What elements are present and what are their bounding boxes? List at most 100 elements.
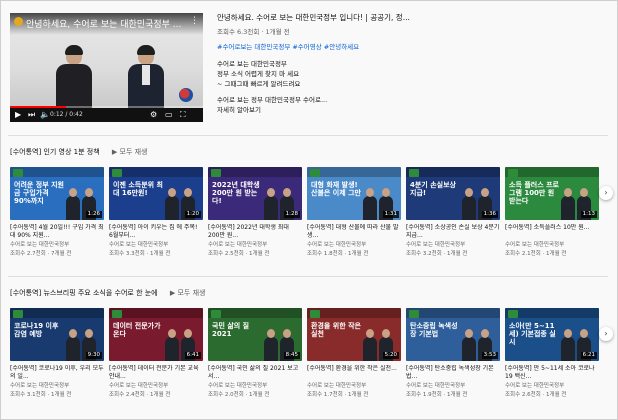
presenter-figure bbox=[66, 329, 80, 361]
next-icon[interactable]: ⏭ bbox=[28, 110, 35, 120]
video-title[interactable]: [수어통역] 소득플러스 10만 원... bbox=[505, 224, 599, 240]
duration-badge: 1:13 bbox=[580, 211, 597, 218]
view-count: 조회수 2.0천회 · 1개월 전 bbox=[208, 392, 270, 398]
video-title[interactable]: [수어통역] 4월 20일!!! 구입 가격 최대 90% 지원... bbox=[10, 224, 104, 240]
video-thumbnail[interactable]: 소득 플러스 프로그램 100만 원 받는다 1:13 bbox=[505, 167, 599, 220]
video-thumbnail[interactable]: 탄소중립 녹색성장 기본법 3:53 bbox=[406, 308, 500, 361]
duration-badge: 5:20 bbox=[382, 352, 399, 359]
channel-name[interactable]: 수어로 보는 대한민국정부 bbox=[505, 383, 599, 390]
duration-badge: 1:31 bbox=[382, 211, 399, 218]
miniplayer-icon[interactable]: ▭ bbox=[165, 110, 173, 119]
video-title[interactable]: [수어통역] 만 5~11세 소아 코로나19 백신... bbox=[505, 365, 599, 381]
video-card[interactable]: 대형 화재 발생! 산불은 이제 그만 1:31 [수어통역] 대형 산불에 따라 … bbox=[307, 167, 401, 258]
video-card[interactable]: 탄소중립 녹색성장 기본법 3:53 [수어통역] 탄소중립 녹색성장 기본법...… bbox=[406, 308, 500, 399]
read-more-link[interactable]: 자세히 알아보기 bbox=[217, 106, 597, 115]
play-all-button[interactable]: ▶ 모두 재생 bbox=[170, 289, 206, 297]
channel-logo-icon bbox=[13, 310, 23, 318]
presenter-figure bbox=[561, 329, 575, 361]
channel-name[interactable]: 수어로 보는 대한민국정부 bbox=[208, 383, 302, 390]
channel-name[interactable]: 수어로 보는 대한민국정부 bbox=[307, 383, 401, 390]
divider bbox=[8, 276, 608, 277]
duration-badge: 9:30 bbox=[85, 352, 102, 359]
video-card[interactable]: 환경을 위한 작은 실천 5:20 [수어통역] 환경을 위한 작은 실천... 수어… bbox=[307, 308, 401, 399]
channel-name[interactable]: 수어로 보는 대한민국정부 bbox=[109, 383, 203, 390]
video-card[interactable]: 어려운 정부 지원금 구입가격 90%까지 1:26 [수어통역] 4월 20일!!… bbox=[10, 167, 104, 258]
video-title[interactable]: [수어통역] 탄소중립 녹색성장 기본법... bbox=[406, 365, 500, 381]
view-count: 조회수 3.1천회 · 1개월 전 bbox=[10, 392, 72, 398]
thumbnail-caption: 탄소중립 녹색성장 기본법 bbox=[410, 322, 458, 338]
video-title[interactable]: [수어통역] 2022년 대학생 최대 200만 원... bbox=[208, 224, 302, 240]
video-title[interactable]: [수어통역] 대형 산불에 따라 산불 발생... bbox=[307, 224, 401, 240]
video-title[interactable]: [수어통역] 국민 삶의 질 2021 보고서... bbox=[208, 365, 302, 381]
fullscreen-icon[interactable]: ⛶ bbox=[180, 110, 186, 120]
video-thumbnail[interactable]: 환경을 위한 작은 실천 5:20 bbox=[307, 308, 401, 361]
video-card[interactable]: 2022년 대학생 200만 원 받는다! 1:28 [수어통역] 2022년 대학… bbox=[208, 167, 302, 258]
thumbnail-caption: 데이터 전문가가 온다 bbox=[113, 322, 161, 338]
next-arrow-icon[interactable]: › bbox=[599, 186, 613, 200]
video-card[interactable]: 소아(만 5~11세) 기본접종 실시 6:21 [수어통역] 만 5~11세 소아… bbox=[505, 308, 599, 399]
channel-name[interactable]: 수어로 보는 대한민국정부 bbox=[406, 383, 500, 390]
channel-name[interactable]: 수어로 보는 대한민국정부 bbox=[208, 242, 302, 249]
video-title[interactable]: [수어통역] 데이터 전문가 기본 교육 안내... bbox=[109, 365, 203, 381]
video-thumbnail[interactable]: 대형 화재 발생! 산불은 이제 그만 1:31 bbox=[307, 167, 401, 220]
channel-name[interactable]: 수어로 보는 대한민국정부 bbox=[505, 242, 599, 249]
video-thumbnail[interactable]: 데이터 전문가가 온다 6:41 bbox=[109, 308, 203, 361]
thumbnail-caption: 대형 화재 발생! 산불은 이제 그만 bbox=[311, 181, 361, 197]
video-thumbnail[interactable]: 이젠 소득분위 최대 16만원! 1:20 bbox=[109, 167, 203, 220]
view-count: 조회수 2.7천회 · 7개월 전 bbox=[10, 251, 72, 257]
play-all-button[interactable]: ▶ 모두 재생 bbox=[112, 148, 148, 156]
play-icon[interactable]: ▶ bbox=[15, 110, 21, 119]
desc-line: 정부 소식 어렵게 찾지 마 세요 bbox=[217, 70, 300, 78]
more-icon[interactable]: ⋮ bbox=[190, 16, 199, 26]
channel-name[interactable]: 수어로 보는 대한민국정부 bbox=[406, 242, 500, 249]
video-card[interactable]: 이젠 소득분위 최대 16만원! 1:20 [수어통역] 아이 키우는 집 에 주목… bbox=[109, 167, 203, 258]
video-card[interactable]: 소득 플러스 프로그램 100만 원 받는다 1:13 [수어통역] 소득플러스 1… bbox=[505, 167, 599, 258]
thumbnail-caption: 2022년 대학생 200만 원 받는다! bbox=[212, 181, 260, 205]
thumbnail-caption: 이젠 소득분위 최대 16만원! bbox=[113, 181, 163, 197]
video-title[interactable]: [수어통역] 환경을 위한 작은 실천... bbox=[307, 365, 401, 381]
featured-title[interactable]: 안녕하세요. 수어로 보는 대한민국정부 입니다! | 공공기, 정... bbox=[217, 13, 597, 22]
video-title[interactable]: [수어통역] 아이 키우는 집 에 주목! 6월부터... bbox=[109, 224, 203, 240]
settings-icon[interactable]: ⚙ bbox=[150, 110, 157, 119]
shelf-header: [수어통역] 뉴스브리핑 주요 소식을 수어로 한 눈에 ▶ 모두 재생 bbox=[10, 288, 205, 298]
shelf-title[interactable]: [수어통역] 인기 영상 1분 정책 bbox=[10, 148, 100, 156]
video-thumbnail[interactable]: 국민 삶의 질 2021 8:45 bbox=[208, 308, 302, 361]
channel-logo-icon bbox=[112, 310, 122, 318]
presenter-figure bbox=[66, 188, 80, 220]
video-thumbnail[interactable]: 코로나19 이후 감염 예방 9:30 bbox=[10, 308, 104, 361]
next-arrow-icon[interactable]: › bbox=[599, 327, 613, 341]
video-card[interactable]: 데이터 전문가가 온다 6:41 [수어통역] 데이터 전문가 기본 교육 안내..… bbox=[109, 308, 203, 399]
video-title[interactable]: [수어통역] 코로나19 이후, 우리 모두의 일... bbox=[10, 365, 104, 381]
video-title[interactable]: [수어통역] 소상공인 손실 보상 4분기 지급... bbox=[406, 224, 500, 240]
shelf-title[interactable]: [수어통역] 뉴스브리핑 주요 소식을 수어로 한 눈에 bbox=[10, 289, 158, 297]
hashtag-link[interactable]: #수어로보는 대한민국정부 #수어영상 #안녕하세요 bbox=[217, 43, 597, 52]
presenter-figure bbox=[165, 188, 179, 220]
channel-page: 안녕하세요, 수어로 보는 대한민국정부 ... ⋮ ▶ ⏭ 🔈 0:12 / … bbox=[0, 0, 618, 420]
thumbnail-caption: 환경을 위한 작은 실천 bbox=[311, 322, 361, 338]
presenter-figure bbox=[363, 188, 377, 220]
channel-name[interactable]: 수어로 보는 대한민국정부 bbox=[307, 242, 401, 249]
video-thumbnail[interactable]: 4분기 손실보상 지급! 1:36 bbox=[406, 167, 500, 220]
channel-avatar-icon[interactable] bbox=[14, 17, 23, 26]
video-card[interactable]: 코로나19 이후 감염 예방 9:30 [수어통역] 코로나19 이후, 우리 모두… bbox=[10, 308, 104, 399]
view-count: 조회수 2.4천회 · 1개월 전 bbox=[109, 392, 171, 398]
channel-logo-icon bbox=[211, 169, 221, 177]
video-thumbnail[interactable]: 어려운 정부 지원금 구입가격 90%까지 1:26 bbox=[10, 167, 104, 220]
video-card[interactable]: 4분기 손실보상 지급! 1:36 [수어통역] 소상공인 손실 보상 4분기 지급… bbox=[406, 167, 500, 258]
view-count: 조회수 2.1천회 · 1개월 전 bbox=[505, 251, 567, 257]
thumbnail-caption: 국민 삶의 질 2021 bbox=[212, 322, 250, 338]
video-player[interactable]: 안녕하세요, 수어로 보는 대한민국정부 ... ⋮ ▶ ⏭ 🔈 0:12 / … bbox=[10, 13, 203, 122]
video-thumbnail[interactable]: 소아(만 5~11세) 기본접종 실시 6:21 bbox=[505, 308, 599, 361]
volume-icon[interactable]: 🔈 bbox=[40, 110, 50, 119]
channel-logo-icon bbox=[112, 169, 122, 177]
view-count: 조회수 3.3천회 · 1개월 전 bbox=[109, 251, 171, 257]
video-card[interactable]: 국민 삶의 질 2021 8:45 [수어통역] 국민 삶의 질 2021 보고서.… bbox=[208, 308, 302, 399]
view-count: 조회수 1.9천회 · 1개월 전 bbox=[406, 392, 468, 398]
channel-name[interactable]: 수어로 보는 대한민국정부 bbox=[10, 242, 104, 249]
player-controls: ▶ ⏭ 🔈 0:12 / 0:42 ⚙ ▭ ⛶ bbox=[10, 108, 203, 122]
channel-name[interactable]: 수어로 보는 대한민국정부 bbox=[109, 242, 203, 249]
presenter-figure bbox=[165, 329, 179, 361]
player-title[interactable]: 안녕하세요, 수어로 보는 대한민국정부 ... bbox=[26, 17, 186, 30]
video-thumbnail[interactable]: 2022년 대학생 200만 원 받는다! 1:28 bbox=[208, 167, 302, 220]
channel-name[interactable]: 수어로 보는 대한민국정부 bbox=[10, 383, 104, 390]
